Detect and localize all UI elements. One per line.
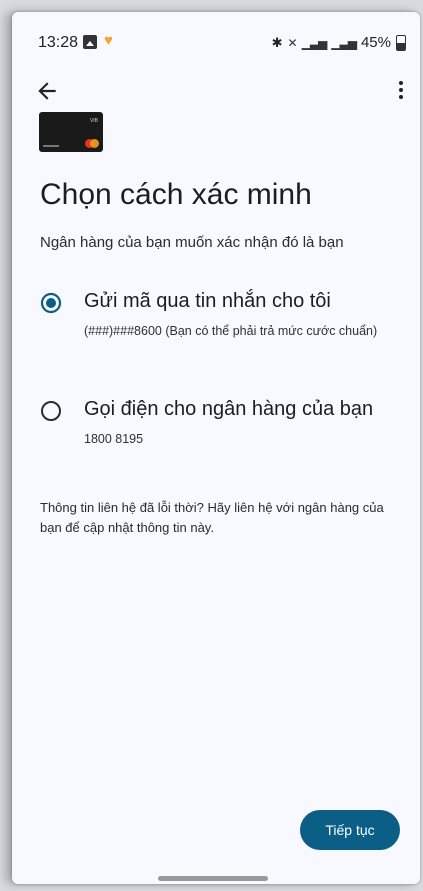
status-time: 13:28	[38, 34, 79, 51]
mastercard-icon	[85, 139, 99, 148]
radio-selected-icon[interactable]	[40, 292, 62, 314]
status-bar: 13:28 ♥ ✱ ✕ ▁▃▅ ▁▃▅ 45%	[12, 12, 420, 64]
mute-icon: ✕	[287, 35, 298, 50]
home-indicator[interactable]	[158, 876, 268, 881]
battery-icon	[396, 34, 406, 51]
continue-button[interactable]: Tiếp tục	[300, 810, 400, 850]
battery-percent: 45%	[360, 34, 391, 51]
option-call-label: Gọi điện cho ngân hàng của bạn	[84, 398, 374, 420]
status-icons: ✱ ✕ ▁▃▅ ▁▃▅ 45%	[272, 34, 406, 51]
radio-unselected-icon[interactable]	[40, 400, 62, 422]
page-title: Chọn cách xác minh	[40, 178, 312, 211]
page-subtitle: Ngân hàng của bạn muốn xác nhận đó là bạ…	[40, 234, 344, 251]
option-call-detail: 1800 8195	[84, 432, 144, 446]
phone-screen: 13:28 ♥ ✱ ✕ ▁▃▅ ▁▃▅ 45% VIB Chọn cách xá…	[12, 12, 420, 884]
card-brand: VIB	[89, 118, 98, 124]
card-image: VIB	[39, 112, 103, 152]
gallery-icon	[83, 35, 97, 49]
signal-2-icon: ▁▃▅	[331, 35, 357, 50]
bluetooth-icon: ✱	[271, 34, 283, 50]
info-text: Thông tin liên hệ đã lỗi thời? Hãy liên …	[40, 500, 384, 535]
card-number-line	[43, 145, 59, 147]
option-sms-label: Gửi mã qua tin nhắn cho tôi	[84, 290, 331, 312]
option-sms-detail: (###)###8600 (Bạn có thể phải trả mức cư…	[84, 324, 378, 338]
signal-icon: ▁▃▅	[301, 35, 328, 50]
arrow-left-icon[interactable]	[34, 78, 60, 104]
heart-icon: ♥	[104, 32, 113, 49]
more-vert-icon[interactable]	[396, 78, 406, 104]
